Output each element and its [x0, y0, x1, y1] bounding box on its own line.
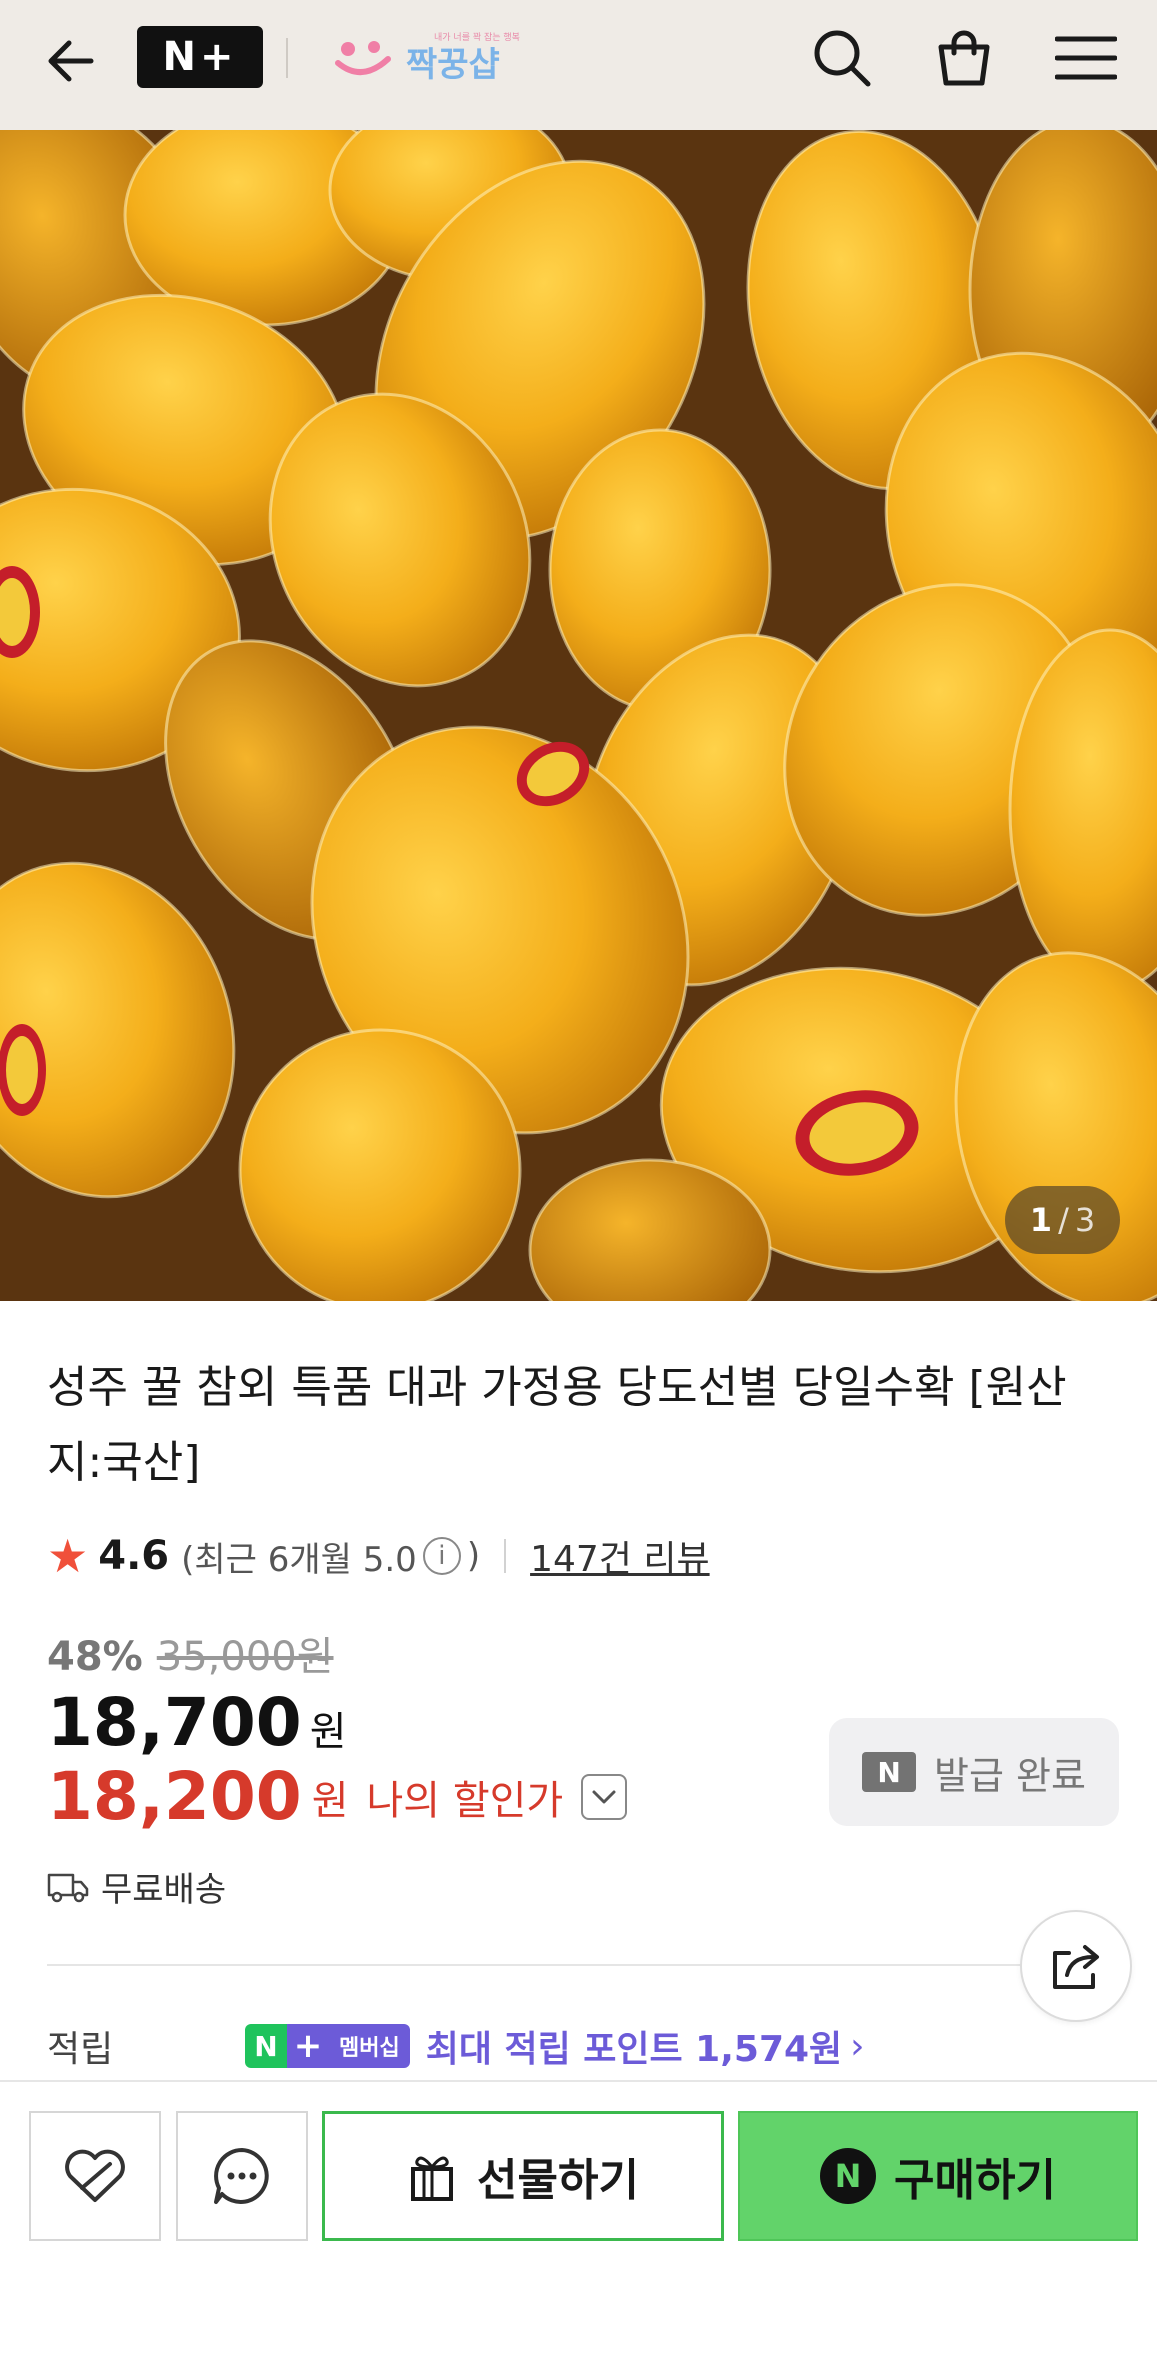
chat-icon — [214, 2148, 269, 2204]
header-divider — [286, 38, 288, 78]
store-name: 짝꿍샵 — [406, 44, 500, 85]
back-arrow-icon — [48, 40, 94, 82]
delivery-truck-icon — [47, 1873, 89, 1902]
original-price: 35,000원 — [156, 1634, 334, 1680]
discount-row: 48% 35,000원 — [47, 1624, 334, 1682]
top-header: N+ 내가 너를 꽉 잡는 행복 짝꿍샵 — [0, 0, 1157, 130]
price-row: 18,700 원 — [47, 1684, 347, 1761]
back-button[interactable] — [36, 26, 106, 96]
image-page-indicator: 1/3 — [1005, 1186, 1120, 1254]
gift-icon — [411, 2156, 454, 2201]
nplus-logo[interactable]: N+ — [137, 26, 263, 88]
rating-score: 4.6 — [98, 1533, 170, 1579]
wishlist-button[interactable] — [29, 2111, 161, 2241]
my-price-unit: 원 — [311, 1777, 349, 1824]
review-link[interactable]: 147건 리뷰 — [530, 1530, 710, 1582]
delivery-text: 무료배송 — [101, 1870, 227, 1910]
share-icon — [1053, 1945, 1099, 1989]
max-points-text: 최대 적립 포인트 1,574원 — [425, 2029, 843, 2070]
search-button[interactable] — [806, 22, 878, 94]
chevron-down-icon[interactable] — [581, 1773, 628, 1820]
product-photo — [0, 130, 1157, 1301]
menu-icon — [1055, 36, 1117, 80]
menu-button[interactable] — [1050, 22, 1122, 94]
my-price-label: 나의 할인가 — [366, 1777, 564, 1824]
product-title: 성주 꿀 참외 특품 대과 가정용 당도선별 당일수확 [원산지:국산] — [47, 1362, 1067, 1488]
product-image-gallery[interactable] — [0, 130, 1157, 1301]
rating-row: ★ 4.6 (최근 6개월 5.0 i ) 147건 리뷰 — [47, 1526, 710, 1586]
gift-label: 선물하기 — [477, 2155, 639, 2206]
gift-button[interactable]: 선물하기 — [322, 2111, 724, 2241]
coupon-issued-button[interactable]: N 발급 완료 — [829, 1718, 1119, 1826]
share-button[interactable] — [1020, 1910, 1132, 2022]
recent-rating-close: ) — [466, 1536, 481, 1576]
store-tagline: 내가 너를 꽉 잡는 행복 — [434, 33, 520, 43]
rating-divider — [504, 1539, 507, 1573]
buy-button[interactable]: N 구매하기 — [738, 2111, 1138, 2241]
delivery-row: 무료배송 — [47, 1862, 226, 1911]
naver-coupon-badge: N — [862, 1752, 917, 1792]
naver-pay-badge: N — [820, 2148, 877, 2204]
points-row[interactable]: 적립 N + 멤버십 최대 적립 포인트 1,574원 › — [47, 2016, 1117, 2076]
sale-price: 18,700 — [47, 1684, 302, 1761]
cart-button[interactable] — [928, 22, 1000, 94]
bottom-action-bar: 선물하기 N 구매하기 — [0, 2080, 1157, 2370]
nplus-membership-badge: N + 멤버십 — [245, 2024, 410, 2068]
section-divider — [47, 1964, 1067, 1966]
store-logo[interactable]: 내가 너를 꽉 잡는 행복 짝꿍샵 — [334, 30, 520, 86]
chevron-right-icon: › — [850, 2025, 865, 2067]
chat-button[interactable] — [176, 2111, 308, 2241]
heart-icon — [65, 2149, 125, 2202]
sale-price-unit: 원 — [309, 1709, 347, 1755]
search-icon — [814, 30, 871, 87]
star-icon: ★ — [47, 1529, 89, 1583]
coupon-label: 발급 완료 — [934, 1753, 1086, 1798]
my-price: 18,200 — [47, 1758, 302, 1835]
info-icon[interactable]: i — [422, 1537, 461, 1575]
points-label: 적립 — [47, 2029, 114, 2070]
discount-percent: 48% — [47, 1634, 143, 1680]
my-price-row[interactable]: 18,200 원 나의 할인가 — [47, 1758, 628, 1835]
buy-label: 구매하기 — [894, 2155, 1056, 2206]
store-mascot-icon — [335, 41, 391, 75]
recent-rating: (최근 6개월 5.0 — [181, 1539, 417, 1580]
cart-icon — [938, 30, 990, 86]
